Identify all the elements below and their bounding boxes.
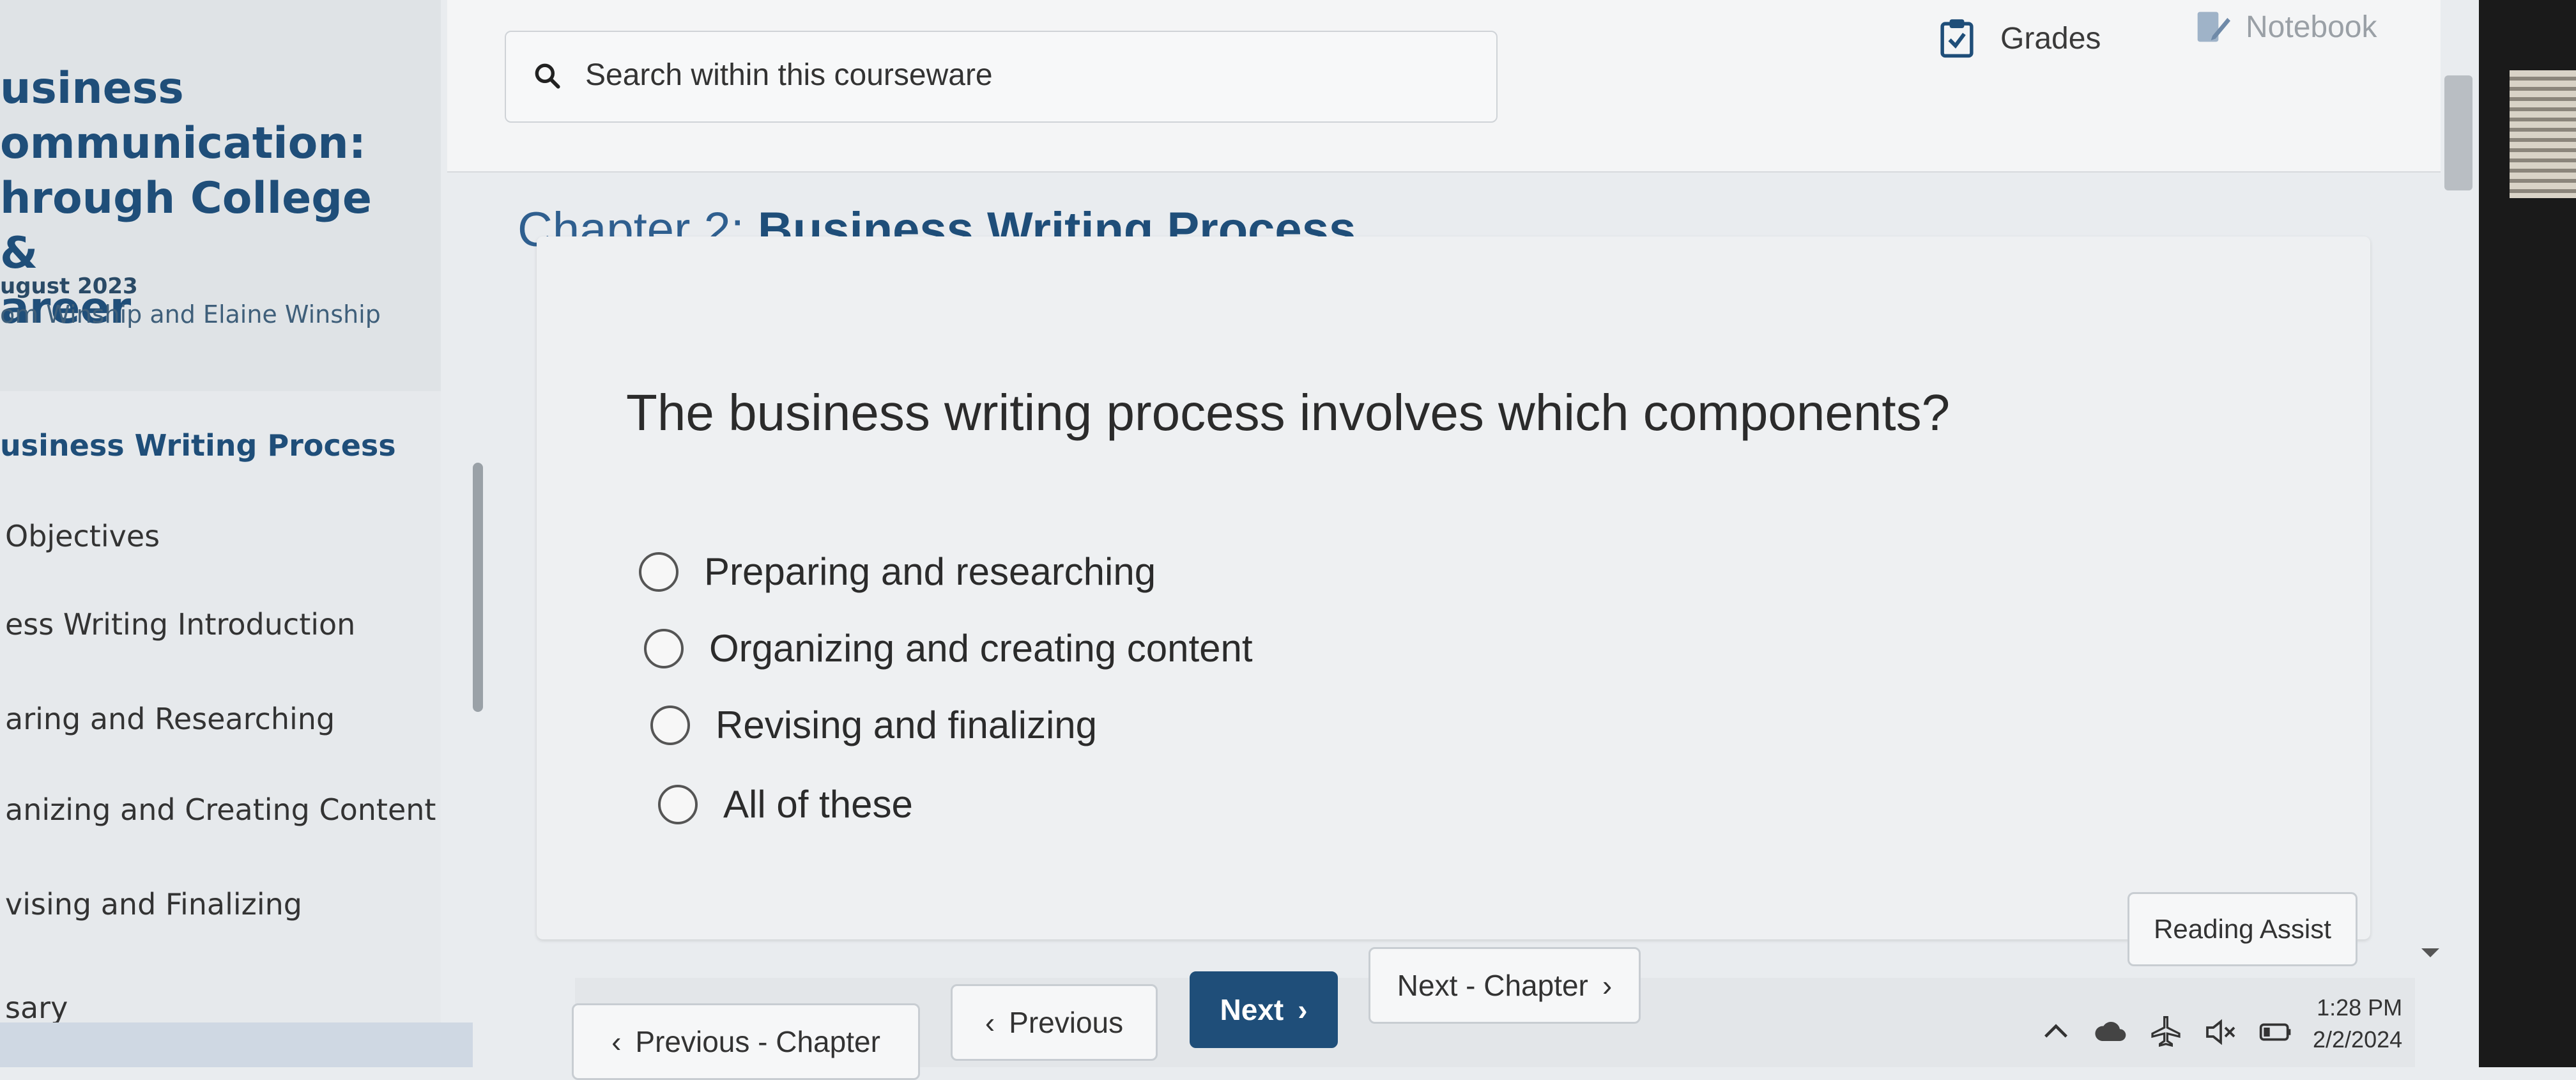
next-chapter-label: Next - Chapter: [1397, 969, 1588, 1002]
radio-button[interactable]: [644, 628, 684, 668]
volume-muted-icon[interactable]: [2203, 1014, 2239, 1050]
window-reflection: [2510, 70, 2576, 198]
sidebar-scrollbar[interactable]: [473, 463, 483, 712]
next-button[interactable]: Next ›: [1190, 971, 1338, 1048]
toc-item-preparing-researching[interactable]: aring and Researching: [5, 702, 335, 736]
notebook-button[interactable]: Notebook: [2195, 8, 2377, 46]
radio-button[interactable]: [658, 784, 698, 824]
main-scrollbar[interactable]: [2444, 75, 2472, 190]
grades-label: Grades: [2000, 21, 2101, 56]
cloud-icon[interactable]: [2093, 1014, 2129, 1050]
previous-chapter-label: Previous - Chapter: [635, 1025, 880, 1058]
chevron-right-icon: ›: [1602, 969, 1613, 1002]
chevron-left-icon: ‹: [985, 1006, 995, 1039]
toc-selected-highlight: [0, 1022, 473, 1067]
toc-item-writing-introduction[interactable]: ess Writing Introduction: [5, 607, 355, 642]
answer-option[interactable]: Organizing and creating content: [644, 626, 1253, 670]
previous-label: Previous: [1009, 1006, 1124, 1039]
system-tray: [2038, 997, 2313, 1067]
toc-item-revising-finalizing[interactable]: vising and Finalizing: [5, 887, 302, 922]
answer-option[interactable]: All of these: [658, 782, 913, 826]
previous-button[interactable]: ‹ Previous: [951, 984, 1158, 1061]
table-of-contents: usiness Writing Process Objectives ess W…: [0, 391, 441, 1067]
scroll-down-arrow-icon[interactable]: [2421, 948, 2439, 957]
answer-option[interactable]: Revising and finalizing: [650, 703, 1097, 747]
answer-option-label: Organizing and creating content: [709, 627, 1253, 670]
chevron-right-icon: ›: [1298, 993, 1308, 1026]
battery-icon[interactable]: [2258, 1014, 2294, 1050]
book-authors: om Winship and Elaine Winship: [0, 300, 381, 328]
search-icon: [535, 63, 560, 89]
reading-assist-button[interactable]: Reading Assist: [2128, 892, 2358, 966]
previous-chapter-button[interactable]: ‹ Previous - Chapter: [572, 1003, 920, 1080]
toc-item-organizing-creating[interactable]: anizing and Creating Content: [5, 792, 436, 827]
answer-option-label: All of these: [723, 783, 913, 826]
toc-item-glossary[interactable]: sary: [5, 991, 68, 1025]
radio-button[interactable]: [650, 705, 690, 745]
search-input[interactable]: Search within this courseware: [505, 31, 1498, 123]
grades-button[interactable]: Grades: [1939, 18, 2101, 59]
chevron-up-icon[interactable]: [2038, 1014, 2074, 1050]
course-sidebar: usiness ommunication: hrough College & a…: [0, 0, 473, 1067]
search-placeholder: Search within this courseware: [585, 58, 993, 92]
chevron-left-icon: ‹: [611, 1025, 622, 1058]
radio-button[interactable]: [639, 552, 678, 592]
clock-date: 2/2/2024: [2313, 1026, 2403, 1053]
answer-option-label: Revising and finalizing: [716, 704, 1098, 746]
toc-item-business-writing-process[interactable]: usiness Writing Process: [0, 428, 396, 463]
answer-option[interactable]: Preparing and researching: [639, 550, 1156, 594]
next-label: Next: [1220, 993, 1284, 1026]
clipboard-check-icon: [1940, 19, 1974, 58]
clock-time: 1:28 PM: [2317, 994, 2403, 1021]
notebook-pencil-icon: [2197, 12, 2230, 42]
notebook-label: Notebook: [2246, 10, 2377, 44]
taskbar-clock[interactable]: 1:28 PM 2/2/2024: [2313, 992, 2402, 1056]
answer-option-label: Preparing and researching: [704, 550, 1156, 593]
book-date: ugust 2023: [0, 274, 138, 299]
airplane-icon[interactable]: [2148, 1014, 2184, 1050]
next-chapter-button[interactable]: Next - Chapter ›: [1368, 947, 1641, 1024]
toc-item-objectives[interactable]: Objectives: [5, 519, 160, 553]
question-text: The business writing process involves wh…: [626, 384, 1951, 441]
